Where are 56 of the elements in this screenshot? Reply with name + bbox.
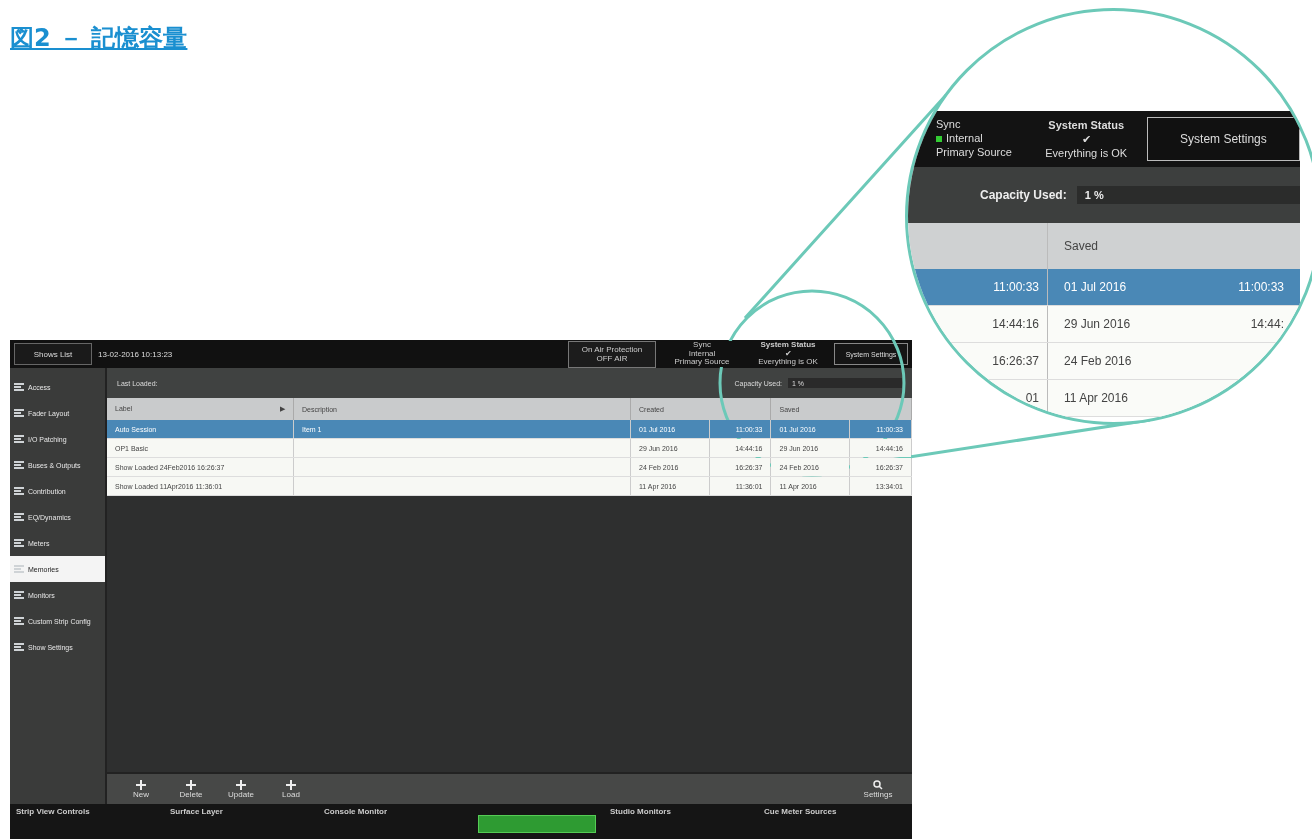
plus-icon [186, 779, 196, 790]
capacity-bar: 1 % [1076, 186, 1300, 204]
panel-title: Surface Layer [170, 807, 224, 816]
table-cell: 16:26:37 [992, 354, 1039, 368]
table-cell: 11:00:33 [993, 280, 1039, 294]
panel-title: Cue Meter Sources [764, 807, 838, 816]
settings-button[interactable]: Settings [858, 779, 898, 799]
table-cell: 29 Jun 2016 [1064, 317, 1131, 331]
toolbar-button[interactable]: Load [271, 779, 311, 799]
bars-icon [14, 616, 24, 626]
table-cell: 11:00:33 [1238, 280, 1284, 294]
plus-icon [236, 779, 246, 790]
status-message: Everything is OK [758, 358, 818, 367]
sync-source: Internal [936, 132, 983, 146]
table-cell: 14:44:16 [992, 317, 1039, 331]
check-icon: ✔ [784, 349, 792, 359]
toolbar-button[interactable]: Update [221, 779, 261, 799]
panel-title: Strip View Controls [16, 807, 91, 816]
table-cell: 01 [1025, 391, 1039, 405]
bars-icon [14, 408, 24, 418]
sync-label: Sync [936, 118, 961, 133]
sync-label: Sync [693, 341, 711, 350]
table-cell: 24 Feb 2016 [1064, 354, 1132, 368]
bars-icon [14, 460, 24, 470]
bars-icon [14, 512, 24, 522]
bars-icon [14, 434, 24, 444]
capacity-label: Capacity Used: [980, 188, 1067, 202]
status-label: System Status [760, 341, 816, 350]
bars-icon [14, 486, 24, 496]
status-label: System Status [1048, 117, 1125, 132]
table-cell: 11 Apr 2016 [1064, 391, 1128, 405]
search-icon [873, 779, 883, 790]
panel-title: Studio Monitors [610, 807, 672, 816]
bars-icon [14, 382, 24, 392]
system-settings-button[interactable]: System Settings [1146, 117, 1300, 161]
table-cell: 14:44: [1250, 317, 1284, 331]
on-air-button[interactable]: On Air Protection OFF AIR [568, 340, 656, 368]
sync-detail: Primary Source [674, 358, 730, 367]
figure-heading: 図2 － 記憶容量 [10, 23, 188, 54]
plus-icon [136, 779, 146, 790]
panel-title: Console Monitor [324, 807, 389, 816]
check-icon: ✔ [1081, 131, 1091, 147]
back-button[interactable]: Shows List [14, 343, 92, 365]
plus-icon [286, 779, 296, 790]
bars-icon [14, 564, 24, 574]
status-message: Everything is OK [1045, 146, 1128, 161]
bars-icon [14, 590, 24, 600]
sync-source: Internal [688, 349, 716, 359]
bars-icon [14, 538, 24, 548]
bars-icon [14, 642, 24, 652]
sync-detail: Primary Source [936, 145, 1012, 160]
table-cell: 01 Jul 2016 [1064, 280, 1127, 294]
toolbar-button[interactable]: Delete [171, 779, 211, 799]
monitor-selector[interactable] [478, 815, 596, 833]
toolbar-button[interactable]: New [121, 779, 161, 799]
show-time: 13-02-2016 10:13:23 [98, 349, 173, 359]
